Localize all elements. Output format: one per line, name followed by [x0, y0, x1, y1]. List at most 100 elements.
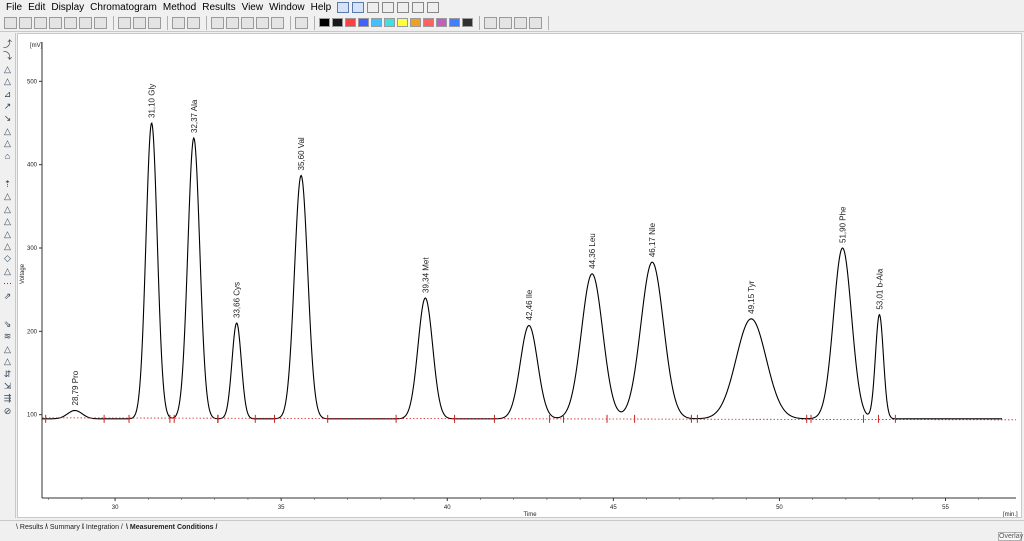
print-preview-icon[interactable] — [79, 16, 92, 29]
chromatogram-chart[interactable]: [mV] Voltage Time [min.] 100 200 300 400 500 30 35… — [18, 34, 1021, 518]
noise-icon[interactable]: ≋ — [2, 331, 13, 341]
color-swatch-12[interactable] — [462, 18, 473, 27]
reset-icon[interactable]: △ — [2, 266, 13, 276]
tab-integration[interactable]: \ Integration / — [82, 523, 123, 532]
color-swatch-3[interactable] — [345, 18, 356, 27]
filter-icon[interactable]: ⇗ — [2, 291, 13, 301]
graph-icon[interactable] — [367, 1, 380, 13]
print-icon[interactable] — [64, 16, 77, 29]
cut-icon[interactable] — [118, 16, 131, 29]
valley-icon[interactable]: △ — [2, 126, 13, 136]
edit-icon[interactable] — [256, 16, 269, 29]
smooth-icon[interactable]: ⇘ — [2, 319, 13, 329]
area-icon[interactable]: ⇵ — [2, 369, 13, 379]
zoom-fit-icon[interactable] — [241, 16, 254, 29]
group-icon[interactable]: ⇶ — [2, 393, 13, 403]
open-icon[interactable] — [4, 16, 17, 29]
scale-icon[interactable] — [514, 16, 527, 29]
color-swatch-5[interactable] — [371, 18, 382, 27]
color-swatch-4[interactable] — [358, 18, 369, 27]
peak-label[interactable]: 49,15 Tyr — [747, 280, 756, 314]
peak-label[interactable]: 33,66 Cys — [233, 282, 242, 318]
integration-icon[interactable]: △ — [2, 64, 13, 74]
tangent-icon[interactable]: ↗ — [2, 101, 13, 111]
shoulder-icon[interactable]: ⌂ — [2, 151, 13, 161]
filter-icon[interactable] — [412, 1, 425, 13]
negative-peak-icon[interactable]: △ — [2, 138, 13, 148]
color-swatch-7[interactable] — [397, 18, 408, 27]
threshold-icon[interactable]: △ — [2, 344, 13, 354]
peak-label[interactable]: 46,17 Nle — [648, 222, 657, 257]
event-icon[interactable]: ⋯ — [2, 278, 13, 288]
menu-results[interactable]: Results — [202, 2, 235, 13]
peak-label[interactable]: 39,34 Met — [421, 257, 430, 293]
zoom-out-icon[interactable] — [226, 16, 239, 29]
color-swatch-9[interactable] — [423, 18, 434, 27]
link-icon[interactable] — [427, 1, 440, 13]
menu-view[interactable]: View — [242, 2, 264, 13]
last-icon[interactable] — [598, 17, 611, 29]
tab-measurement-conditions[interactable]: \ Measurement Conditions / — [126, 523, 217, 532]
report-icon[interactable] — [397, 1, 410, 13]
color-swatch-8[interactable] — [410, 18, 421, 27]
peak-label[interactable]: 42,46 Ile — [525, 289, 534, 320]
save-icon[interactable] — [19, 16, 32, 29]
menu-display[interactable]: Display — [51, 2, 84, 13]
redo-icon[interactable] — [187, 16, 200, 29]
peak-label[interactable]: 32,37 Ala — [190, 99, 199, 133]
undo-icon[interactable] — [172, 16, 185, 29]
split-peak-icon[interactable]: △ — [2, 76, 13, 86]
color-swatch-2[interactable] — [332, 18, 343, 27]
menu-edit[interactable]: Edit — [28, 2, 45, 13]
delete-peak-icon[interactable]: △ — [2, 241, 13, 251]
tab-results[interactable]: \ Results / — [16, 523, 47, 532]
merge-peak-icon[interactable]: ⊿ — [2, 89, 13, 99]
menu-file[interactable]: File — [6, 2, 22, 13]
menu-method[interactable]: Method — [163, 2, 196, 13]
color-swatch-10[interactable] — [436, 18, 447, 27]
grid-icon[interactable] — [499, 16, 512, 29]
previous-icon[interactable] — [568, 17, 581, 29]
baseline-tool-icon[interactable]: ⤵ — [2, 51, 13, 61]
color-swatch-1[interactable] — [319, 18, 330, 27]
menu-window[interactable]: Window — [269, 2, 305, 13]
peak-label[interactable]: 31,10 Gly — [148, 84, 157, 118]
copy-icon[interactable] — [133, 16, 146, 29]
next-icon[interactable] — [583, 17, 596, 29]
color-swatch-11[interactable] — [449, 18, 460, 27]
peak-label[interactable]: 51,90 Phe — [839, 206, 848, 243]
front-tangent-icon[interactable]: ⇡ — [2, 179, 13, 189]
menu-chromatogram[interactable]: Chromatogram — [90, 2, 157, 13]
export-icon[interactable] — [49, 16, 62, 29]
zoom-in-icon[interactable] — [211, 16, 224, 29]
peak-label[interactable]: 44,36 Leu — [588, 233, 597, 269]
drop-line-icon[interactable]: ↘ — [2, 113, 13, 123]
left-toolbar: ⤴ ⤵ △ △ ⊿ ↗ ↘ △ △ ⌂ ⇡ △ △ △ △ △ ◇ △ ⋯ ⇗ ⇘ ≋ △ △ ⇵ ⇲ ⇶ ⊘ — [0, 33, 16, 518]
calibrate-icon[interactable]: ⊘ — [2, 406, 13, 416]
first-icon[interactable] — [553, 17, 566, 29]
menu-help[interactable]: Help — [311, 2, 332, 13]
paste-icon[interactable] — [148, 16, 161, 29]
width-icon[interactable]: △ — [2, 356, 13, 366]
close-icon[interactable] — [34, 16, 47, 29]
move-baseline-icon[interactable]: ◇ — [2, 253, 13, 263]
add-peak-icon[interactable]: △ — [2, 229, 13, 239]
legend-icon[interactable] — [529, 16, 542, 29]
help-book-icon[interactable] — [337, 1, 350, 13]
height-icon[interactable]: ⇲ — [2, 381, 13, 391]
print-report-icon[interactable] — [94, 16, 107, 29]
color-swatch-6[interactable] — [384, 18, 395, 27]
table-icon[interactable] — [382, 1, 395, 13]
info-icon[interactable] — [352, 1, 365, 13]
comment-icon[interactable] — [271, 16, 284, 29]
tab-summary[interactable]: \ Summary / — [46, 523, 84, 532]
peak-tool-icon[interactable]: ⤴ — [2, 39, 13, 49]
unlock-icon[interactable]: △ — [2, 216, 13, 226]
spectrum-icon[interactable] — [295, 16, 308, 29]
peak-label[interactable]: 35,60 Val — [297, 137, 306, 170]
peak-label[interactable]: 28,79 Pro — [71, 370, 80, 405]
peak-label[interactable]: 53,01 b-Ala — [875, 268, 884, 309]
lock-icon[interactable]: △ — [2, 204, 13, 214]
marker-icon[interactable] — [484, 16, 497, 29]
rear-tangent-icon[interactable]: △ — [2, 191, 13, 201]
